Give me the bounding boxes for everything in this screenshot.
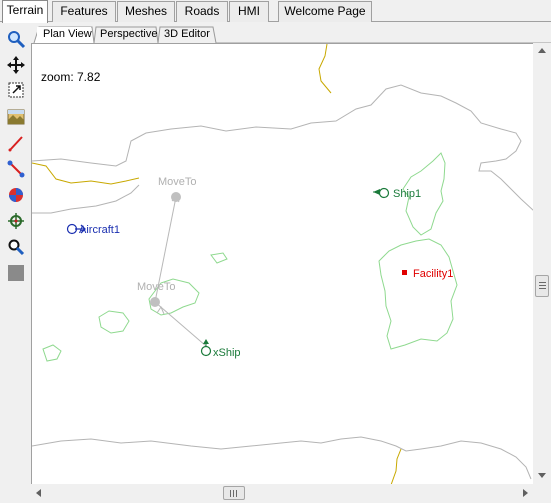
island-small [42, 344, 62, 362]
waypoint-label-2: MoveTo [137, 281, 176, 293]
coastline-south [32, 436, 532, 480]
tool-palette [3, 26, 29, 286]
crosshair-icon[interactable] [5, 210, 27, 232]
ship1-marker[interactable] [373, 187, 390, 199]
aircraft1-label: Aircraft1 [79, 224, 120, 236]
island-sardinia [378, 238, 458, 350]
island-menorca [210, 252, 228, 264]
vertical-scrollbar[interactable] [533, 43, 551, 484]
zoom-readout: zoom: 7.82 [41, 70, 101, 84]
horizontal-scroll-thumb[interactable] [223, 486, 245, 500]
waypoint-marker-1[interactable] [171, 192, 181, 202]
map-layer: MoveTo MoveTo Ship1 Aircraft1 Facility1 … [32, 44, 533, 484]
tab-meshes[interactable]: Meshes [117, 1, 175, 22]
vertical-scroll-thumb[interactable] [535, 275, 549, 297]
border-north [318, 44, 332, 94]
scrollbar-corner [533, 484, 551, 502]
waypoint-label-1: MoveTo [158, 176, 197, 188]
tab-terrain[interactable]: Terrain [2, 0, 48, 23]
find-icon[interactable] [5, 236, 27, 258]
pan-arrows-icon[interactable] [5, 54, 27, 76]
coastline-north [32, 84, 533, 211]
facility1-marker[interactable] [402, 270, 407, 275]
main-tab-strip: Terrain Features Meshes Roads HMI Welcom… [0, 0, 551, 23]
terrain-editor-window: Terrain Features Meshes Roads HMI Welcom… [0, 0, 551, 503]
tab-plan-view[interactable]: Plan View [37, 27, 92, 43]
coastline-west [32, 184, 140, 214]
border-west [32, 162, 140, 185]
gray-square-icon[interactable] [5, 262, 27, 284]
zoom-box-icon[interactable] [5, 79, 27, 101]
waypoint-marker-2[interactable] [150, 297, 160, 307]
measure-icon[interactable] [5, 158, 27, 180]
island-balearic-ibiza [98, 310, 130, 334]
horizontal-scrollbar[interactable] [31, 484, 533, 502]
globe-icon[interactable] [5, 184, 27, 206]
xship-label: xShip [213, 347, 241, 359]
magnifier-icon[interactable] [5, 28, 27, 50]
scroll-up-arrow-icon[interactable] [538, 48, 546, 53]
plan-view-canvas[interactable]: MoveTo MoveTo Ship1 Aircraft1 Facility1 … [31, 43, 533, 484]
tab-3d-editor[interactable]: 3D Editor [158, 27, 214, 43]
scroll-left-arrow-icon[interactable] [36, 489, 41, 497]
tab-hmi[interactable]: HMI [229, 1, 269, 22]
scroll-down-arrow-icon[interactable] [538, 473, 546, 478]
border-south [390, 448, 402, 484]
xship-marker[interactable] [200, 339, 212, 357]
tab-features[interactable]: Features [52, 1, 116, 22]
ship1-label: Ship1 [393, 188, 421, 200]
terrain-image-icon[interactable] [5, 106, 27, 128]
draw-line-icon[interactable] [5, 132, 27, 154]
view-tab-strip: Plan View Perspective 3D Editor [32, 26, 551, 44]
tab-welcome-page[interactable]: Welcome Page [278, 1, 372, 22]
tab-perspective[interactable]: Perspective [94, 27, 157, 43]
scroll-right-arrow-icon[interactable] [523, 489, 528, 497]
facility1-label: Facility1 [413, 268, 453, 280]
tab-roads[interactable]: Roads [176, 1, 228, 22]
